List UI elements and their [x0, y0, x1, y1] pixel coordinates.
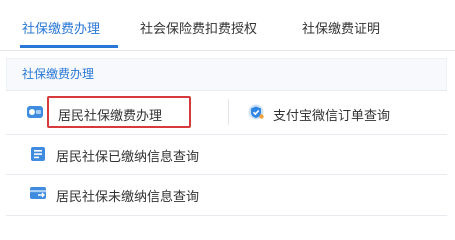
highlight-box — [47, 96, 191, 128]
unpaid-info-query-link[interactable]: 居民社保未缴纳信息查询 — [56, 186, 199, 205]
active-tab-indicator — [20, 45, 118, 48]
row-divider — [228, 99, 229, 125]
tab-payment-certificate[interactable]: 社保缴费证明 — [302, 18, 380, 37]
shield-check-icon — [248, 104, 264, 120]
card-arrow-icon — [30, 187, 46, 199]
tab-bar: 社保缴费办理 社会保险费扣费授权 社保缴费证明 — [0, 0, 455, 51]
paid-info-query-link[interactable]: 居民社保已缴纳信息查询 — [56, 146, 199, 165]
order-query-link[interactable]: 支付宝微信订单查询 — [273, 105, 390, 124]
section-title: 社保缴费办理 — [22, 67, 95, 81]
tab-deduction-authorization[interactable]: 社会保险费扣费授权 — [140, 18, 257, 37]
document-list-icon — [31, 147, 45, 161]
tab-social-security-payment[interactable]: 社保缴费办理 — [22, 18, 100, 37]
cash-card-icon — [27, 106, 43, 118]
